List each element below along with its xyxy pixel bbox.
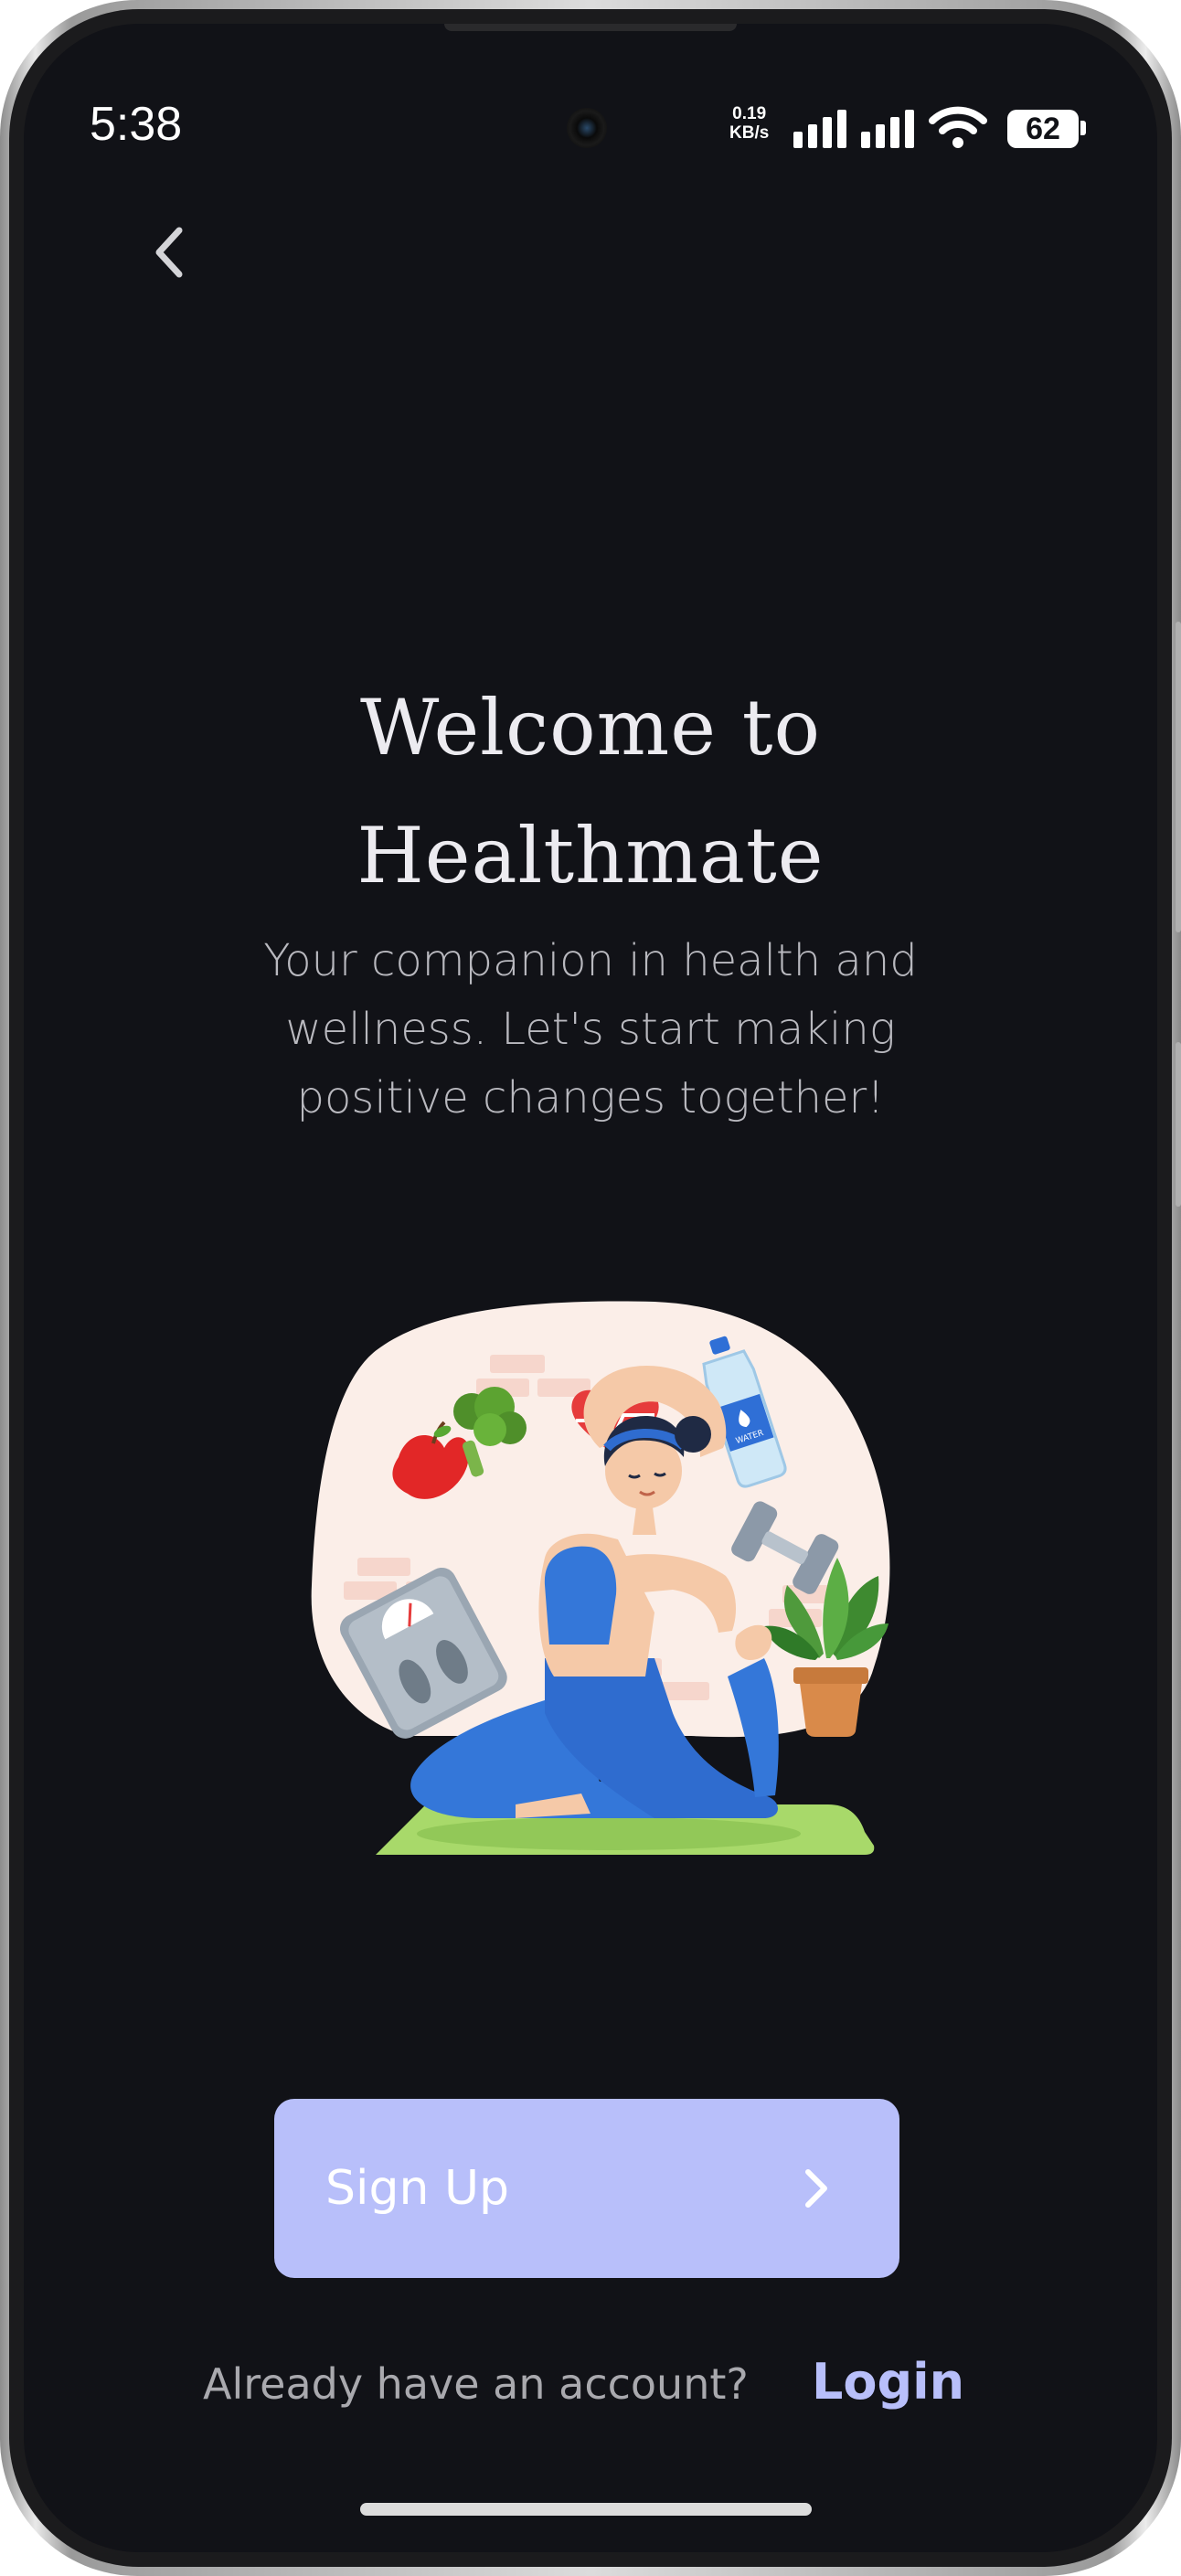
network-speed: 0.19 KB/s bbox=[729, 104, 769, 143]
back-button[interactable] bbox=[124, 207, 216, 298]
network-speed-value: 0.19 bbox=[732, 104, 767, 123]
battery-icon: 62 bbox=[1007, 110, 1079, 148]
top-notch bbox=[444, 24, 737, 31]
app-screen: 5:38 0.19 KB/s 62 Welcome to Healthmate … bbox=[24, 24, 1157, 2552]
battery-level: 62 bbox=[1026, 112, 1060, 146]
home-indicator[interactable] bbox=[360, 2503, 812, 2516]
chevron-right-icon bbox=[805, 2169, 827, 2208]
volume-button bbox=[1176, 622, 1181, 932]
status-time: 5:38 bbox=[90, 98, 183, 151]
title-line-2: Healthmate bbox=[356, 811, 825, 900]
page-subtitle: Your companion in health and wellness. L… bbox=[263, 935, 918, 1123]
chevron-left-icon bbox=[155, 227, 183, 278]
battery-tip bbox=[1080, 121, 1086, 135]
front-camera bbox=[567, 108, 607, 148]
yoga-illustration: WATER bbox=[311, 1301, 890, 1855]
wifi-icon bbox=[929, 106, 987, 148]
network-speed-unit: KB/s bbox=[729, 123, 770, 143]
signup-label: Sign Up bbox=[325, 2161, 510, 2216]
signal-icon bbox=[861, 110, 914, 148]
power-button bbox=[1176, 1042, 1181, 1207]
login-link[interactable]: Login bbox=[812, 2351, 964, 2413]
already-account-text: Already have an account? bbox=[203, 2359, 749, 2409]
signal-icon bbox=[793, 110, 846, 148]
signup-button[interactable]: Sign Up bbox=[274, 2099, 899, 2278]
phone-frame: 5:38 0.19 KB/s 62 Welcome to Healthmate … bbox=[0, 0, 1181, 2576]
title-line-1: Welcome to bbox=[359, 683, 822, 772]
page-title: Welcome to Healthmate bbox=[24, 664, 1157, 920]
